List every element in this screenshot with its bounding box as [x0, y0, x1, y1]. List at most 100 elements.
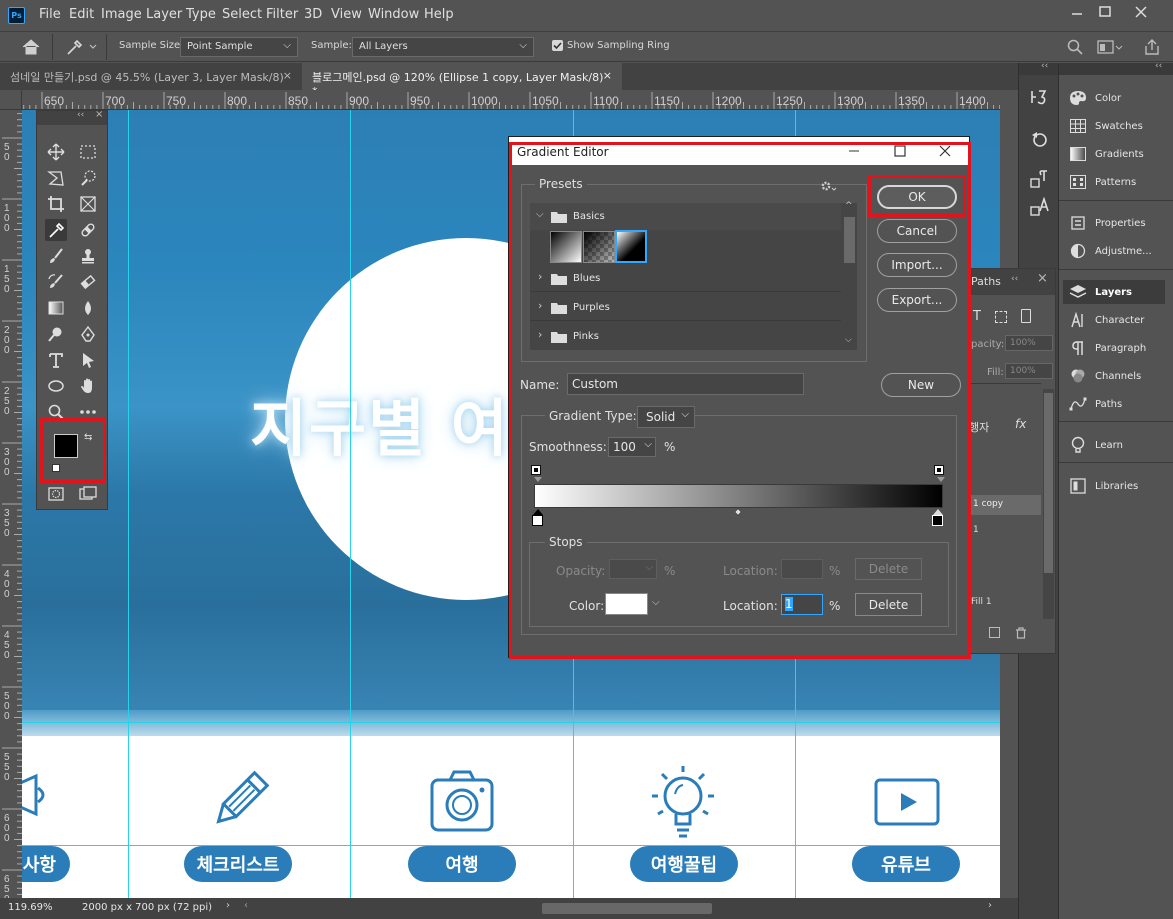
- menu-select[interactable]: Select: [222, 7, 262, 22]
- panel-properties[interactable]: Properties: [1059, 211, 1173, 235]
- guide-line[interactable]: [350, 110, 351, 898]
- quick-mask-icon[interactable]: [45, 483, 67, 505]
- filter-type-icon[interactable]: T: [973, 309, 981, 324]
- sampling-ring-checkbox[interactable]: [552, 40, 563, 51]
- home-icon[interactable]: [20, 38, 42, 56]
- close-icon[interactable]: ×: [95, 109, 103, 120]
- panel-libraries[interactable]: Libraries: [1059, 474, 1173, 498]
- quick-select-tool-icon[interactable]: [77, 167, 99, 189]
- category-pill[interactable]: 여행: [408, 846, 516, 882]
- sample-select[interactable]: All Layers ⌵: [352, 37, 534, 57]
- lasso-tool-icon[interactable]: [45, 167, 67, 189]
- guide-line[interactable]: [22, 845, 1000, 846]
- layer-row-label[interactable]: Fill 1: [971, 597, 992, 607]
- close-icon[interactable]: [1130, 4, 1152, 20]
- gradient-tool-icon[interactable]: [45, 297, 67, 319]
- dodge-tool-icon[interactable]: [45, 323, 67, 345]
- character-styles-icon[interactable]: [1029, 197, 1049, 217]
- blur-tool-icon[interactable]: [77, 297, 99, 319]
- expand-icon[interactable]: ‹‹: [1041, 61, 1048, 71]
- pen-tool-icon[interactable]: [77, 323, 99, 345]
- tab-blog-main-doc[interactable]: 블로그메인.psd @ 120% (Ellipse 1 copy, Layer …: [302, 63, 622, 98]
- dock-header[interactable]: ‹‹: [1019, 61, 1058, 75]
- panel-paths[interactable]: Paths: [1059, 392, 1173, 416]
- layers-panel-tabs[interactable]: Paths ‹‹ ×: [969, 269, 1055, 295]
- new-layer-icon[interactable]: [989, 627, 1000, 638]
- category-pill[interactable]: 유튜브: [852, 846, 960, 882]
- panel-swatches[interactable]: Swatches: [1059, 114, 1173, 138]
- zoom-level[interactable]: 119.69%: [8, 902, 53, 913]
- scrollbar-thumb[interactable]: [1044, 393, 1053, 573]
- chevron-right-icon[interactable]: ›: [226, 900, 230, 911]
- panel-learn[interactable]: Learn: [1059, 433, 1173, 457]
- menu-help[interactable]: Help: [424, 7, 454, 22]
- path-select-tool-icon[interactable]: [77, 349, 99, 371]
- panel-adjustments[interactable]: Adjustme...: [1059, 239, 1173, 263]
- menu-view[interactable]: View: [331, 7, 362, 22]
- minimize-icon[interactable]: [1066, 4, 1088, 20]
- sample-size-select[interactable]: Point Sample ⌵: [180, 37, 298, 57]
- filter-shape-icon[interactable]: [995, 311, 1007, 323]
- category-pill[interactable]: 체크리스트: [184, 846, 292, 882]
- eraser-tool-icon[interactable]: [77, 271, 99, 293]
- menu-file[interactable]: File: [39, 7, 61, 22]
- toolbox-header[interactable]: ‹‹ ×: [37, 109, 107, 125]
- healing-brush-tool-icon[interactable]: [77, 219, 99, 241]
- close-icon[interactable]: ×: [1037, 271, 1048, 286]
- close-tab-icon[interactable]: ×: [603, 69, 612, 82]
- brush-tool-icon[interactable]: [45, 245, 67, 267]
- search-icon[interactable]: [1067, 39, 1083, 55]
- menu-3d[interactable]: 3D: [304, 7, 322, 22]
- layer-row-label[interactable]: 1: [973, 525, 979, 535]
- eyedropper-tool-icon[interactable]: [45, 219, 67, 241]
- guide-line[interactable]: [128, 110, 129, 898]
- history-brush-tool-icon[interactable]: [45, 271, 67, 293]
- guide-line[interactable]: [22, 722, 1000, 723]
- tab-thumbnail-doc[interactable]: 섬네일 만들기.psd @ 45.5% (Layer 3, Layer Mask…: [0, 63, 302, 90]
- share-icon[interactable]: [1143, 38, 1161, 56]
- type-tool-icon[interactable]: [45, 349, 67, 371]
- trash-icon[interactable]: [1015, 627, 1027, 639]
- collapse-icon[interactable]: ‹‹: [77, 110, 84, 120]
- history-panel-icon[interactable]: [1029, 87, 1049, 107]
- stamp-tool-icon[interactable]: [77, 245, 99, 267]
- fill-field[interactable]: 100%: [1005, 363, 1053, 379]
- actions-panel-icon[interactable]: [1029, 129, 1049, 149]
- marquee-tool-icon[interactable]: [77, 141, 99, 163]
- panel-channels[interactable]: Channels: [1059, 364, 1173, 388]
- dock-header[interactable]: ‹‹: [1059, 61, 1173, 75]
- move-tool-icon[interactable]: [45, 141, 67, 163]
- panel-gradients[interactable]: Gradients: [1059, 142, 1173, 166]
- chevron-left-icon[interactable]: ‹: [244, 900, 248, 911]
- panel-color[interactable]: Color: [1059, 86, 1173, 110]
- collapse-icon[interactable]: ‹‹: [1011, 274, 1018, 284]
- paragraph-styles-icon[interactable]: [1029, 169, 1049, 189]
- layers-scrollbar[interactable]: [1043, 389, 1054, 619]
- horizontal-scrollbar-thumb[interactable]: [542, 903, 712, 914]
- selected-layer-row[interactable]: 1 copy: [969, 495, 1041, 515]
- category-pill[interactable]: 여행꿀팁: [630, 846, 738, 882]
- close-tab-icon[interactable]: ×: [283, 69, 292, 82]
- hand-tool-icon[interactable]: [77, 375, 99, 397]
- screen-mode-icon[interactable]: [77, 483, 99, 505]
- chevron-right-icon[interactable]: ›: [988, 900, 992, 911]
- opacity-field[interactable]: 100%: [1005, 335, 1053, 351]
- tab-paths[interactable]: Paths: [971, 275, 1001, 288]
- layer-row-label[interactable]: 행자: [969, 419, 989, 435]
- panel-paragraph[interactable]: Paragraph: [1059, 336, 1173, 360]
- panel-character[interactable]: Character: [1059, 308, 1173, 332]
- panel-patterns[interactable]: Patterns: [1059, 170, 1173, 194]
- eyedropper-tool-icon[interactable]: [64, 38, 98, 56]
- menu-type[interactable]: Type: [186, 7, 216, 22]
- restore-icon[interactable]: [1094, 4, 1116, 20]
- expand-icon[interactable]: ‹‹: [1155, 61, 1162, 71]
- crop-tool-icon[interactable]: [45, 193, 67, 215]
- ellipse-tool-icon[interactable]: [45, 375, 67, 397]
- menu-layer[interactable]: Layer: [146, 7, 182, 22]
- workspace-icon[interactable]: [1097, 39, 1123, 55]
- category-pill[interactable]: 사항: [22, 846, 70, 882]
- menu-image[interactable]: Image: [101, 7, 142, 22]
- fx-icon[interactable]: fx: [1015, 417, 1026, 431]
- filter-smart-icon[interactable]: [1021, 309, 1031, 323]
- menu-edit[interactable]: Edit: [69, 7, 94, 22]
